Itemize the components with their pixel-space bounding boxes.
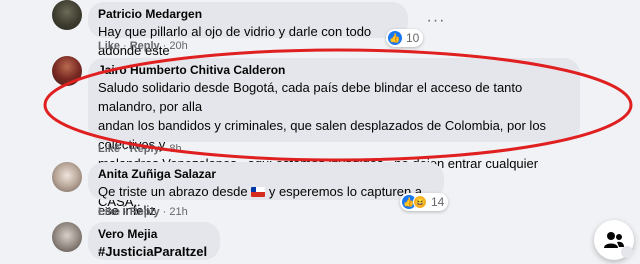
chile-flag-icon <box>251 187 266 197</box>
reaction-summary[interactable]: 👍 😆 14 <box>400 193 449 211</box>
comment-bubble: Anita Zuñiga Salazar Qe triste un abrazo… <box>88 162 444 218</box>
reply-link[interactable]: Reply <box>130 40 160 52</box>
reply-link[interactable]: Reply <box>130 206 160 218</box>
comment-author[interactable]: Jairo Humberto Chitiva Calderon <box>98 62 570 78</box>
comment-actions: Like · Reply · 21h <box>98 206 188 218</box>
like-link[interactable]: Like <box>98 206 120 218</box>
avatar[interactable] <box>52 56 82 86</box>
comment-actions: Like · Reply · 8h <box>98 143 182 155</box>
reaction-count: 14 <box>431 195 445 209</box>
hashtag-link[interactable]: #JusticiaParaItzel <box>98 242 210 261</box>
timestamp[interactable]: 21h <box>169 206 187 218</box>
reaction-count: 10 <box>406 31 420 45</box>
like-link[interactable]: Like <box>98 143 120 155</box>
comment-author[interactable]: Anita Zuñiga Salazar <box>98 166 434 182</box>
comment-text-start: Qe triste un abrazo desde <box>98 184 248 199</box>
avatar[interactable] <box>52 162 82 192</box>
timestamp[interactable]: 20h <box>169 40 187 52</box>
like-reaction-icon: 👍 <box>388 31 402 45</box>
comment-author[interactable]: Vero Mejia <box>98 226 210 242</box>
comment-bubble: Vero Mejia #JusticiaParaItzel <box>88 222 220 260</box>
haha-reaction-icon: 😆 <box>413 195 427 209</box>
like-link[interactable]: Like <box>98 40 120 52</box>
more-options-icon[interactable]: ··· <box>424 9 448 33</box>
status-dot <box>621 246 633 258</box>
reaction-summary[interactable]: 👍 10 <box>386 29 424 47</box>
reply-link[interactable]: Reply <box>130 143 160 155</box>
comment-bubble: Jairo Humberto Chitiva Calderon Saludo s… <box>88 58 580 209</box>
comment-text-line: Saludo solidario desde Bogotá, cada país… <box>98 80 523 114</box>
avatar[interactable] <box>52 0 82 30</box>
comment-author[interactable]: Patricio Medargen <box>98 6 398 22</box>
comment-actions: Like · Reply · 20h <box>98 40 188 52</box>
people-icon <box>604 232 624 248</box>
comment-bubble: Patricio Medargen Hay que pillarlo al oj… <box>88 2 408 58</box>
avatar[interactable] <box>52 222 82 252</box>
timestamp[interactable]: 8h <box>169 143 181 155</box>
